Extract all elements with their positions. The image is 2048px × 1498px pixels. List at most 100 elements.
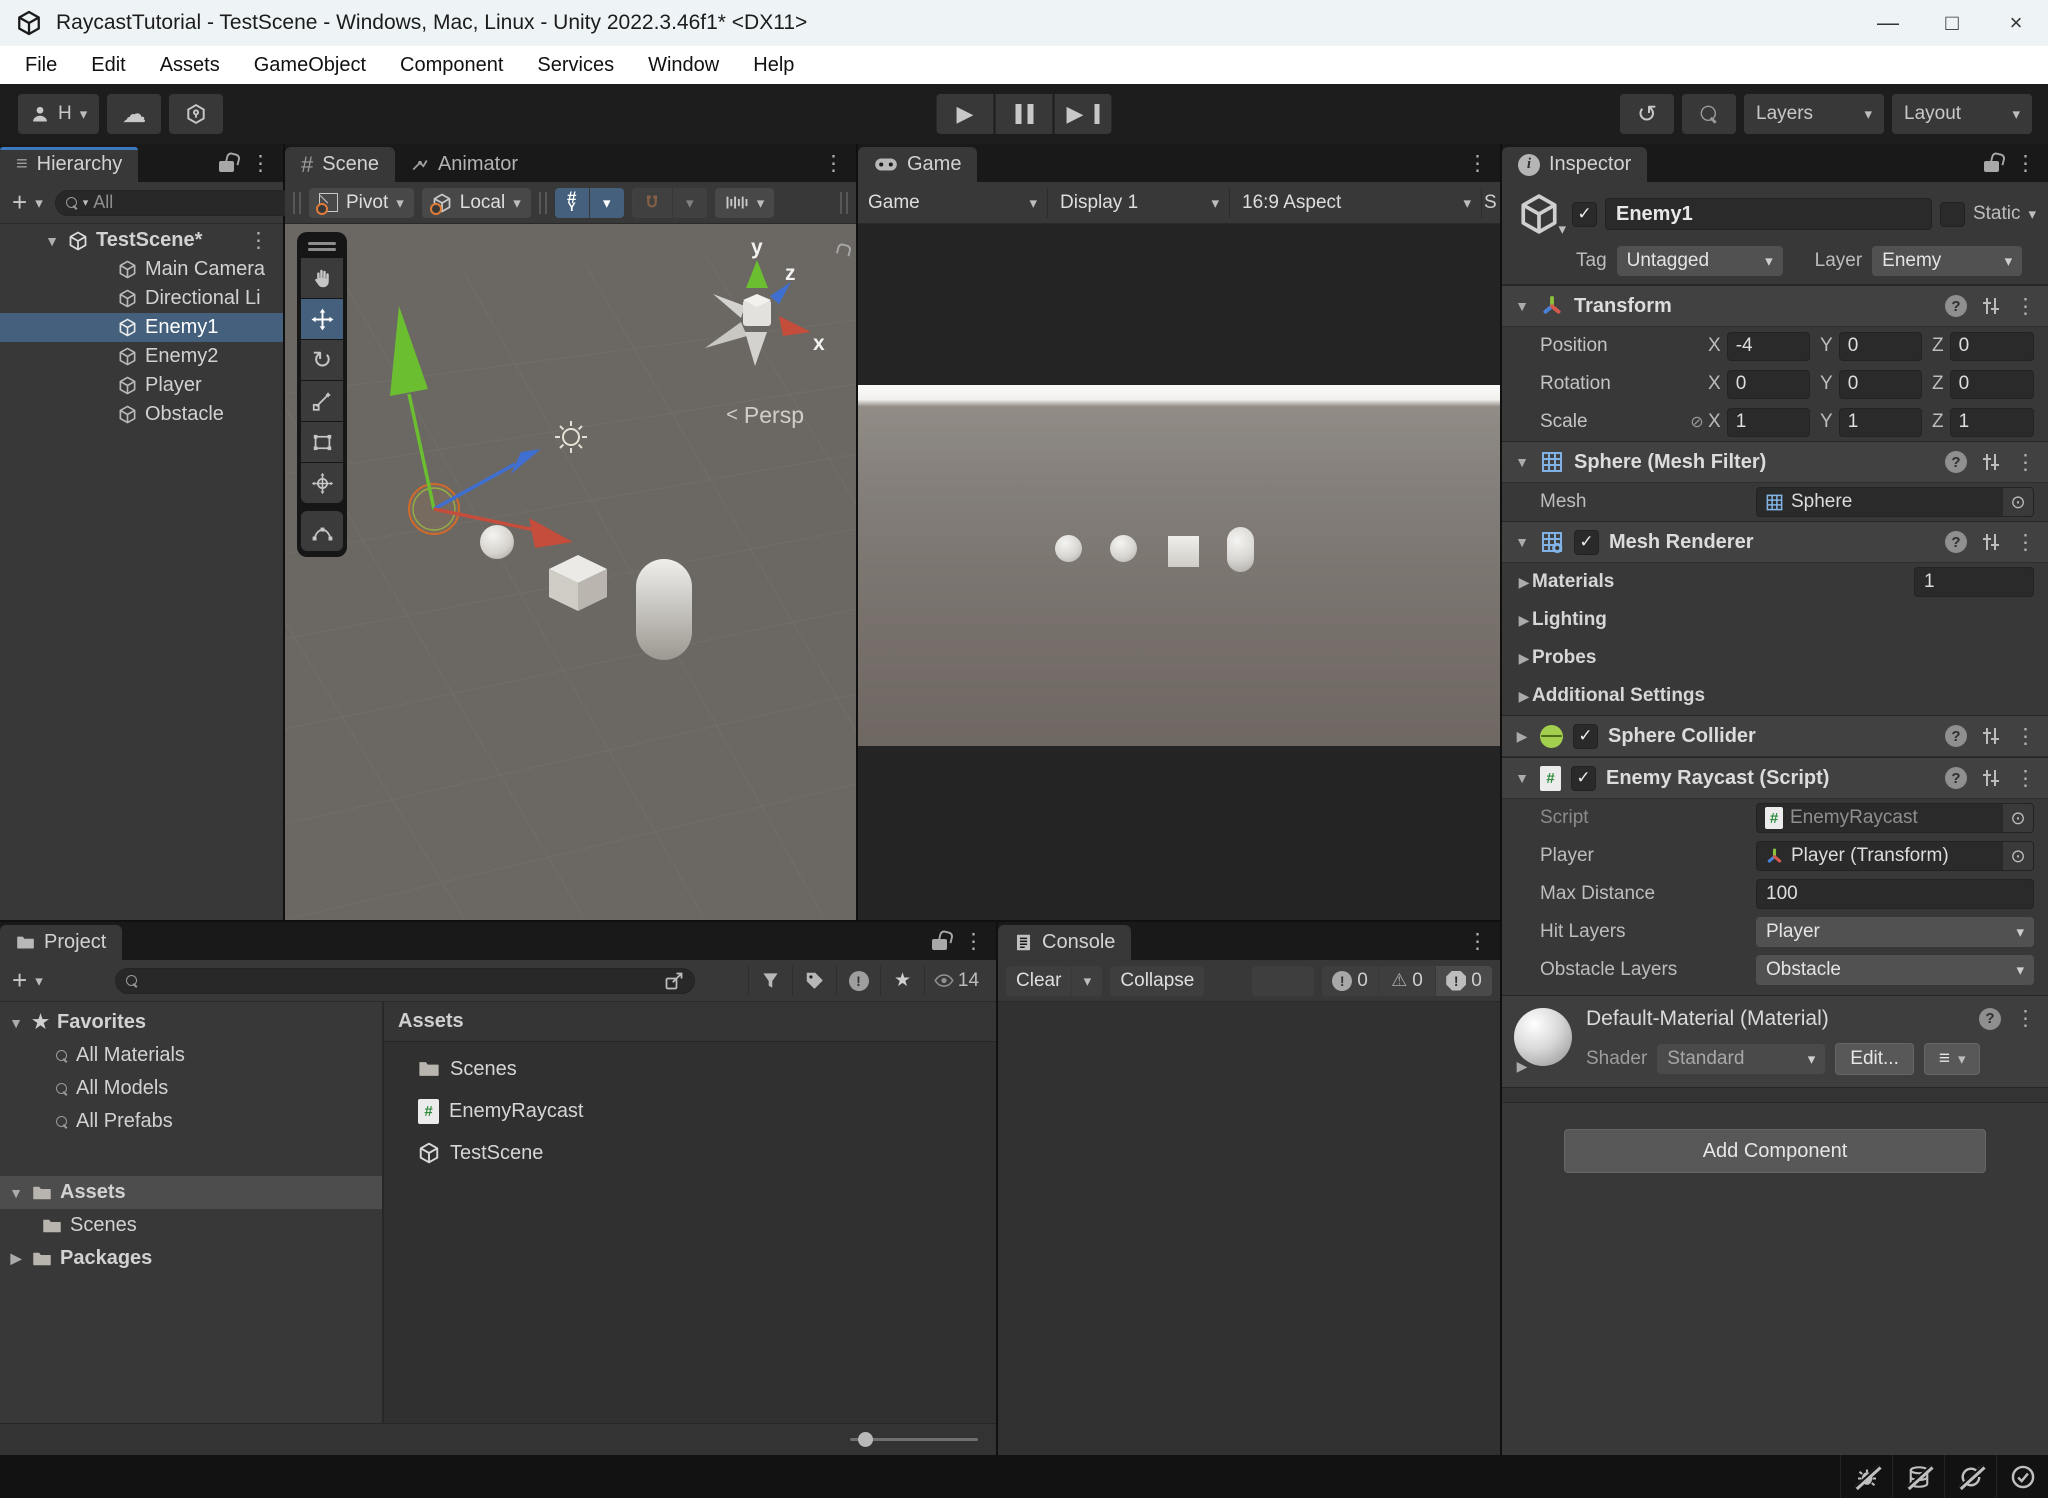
hierarchy-item-player[interactable]: Player: [0, 371, 283, 400]
presets-icon[interactable]: [1983, 454, 1999, 470]
grid-snapping-button[interactable]: [632, 188, 672, 218]
help-icon[interactable]: ?: [1945, 295, 1967, 317]
help-icon[interactable]: ?: [1945, 531, 1967, 553]
transform-header[interactable]: ▼ Transform ? ⋮: [1502, 285, 2048, 327]
sphere-collider-header[interactable]: ▶ ✓ Sphere Collider ? ⋮: [1502, 715, 2048, 757]
panel-menu-button[interactable]: ⋮: [250, 151, 271, 176]
tree-all-models[interactable]: All Models: [0, 1072, 382, 1105]
info-count-button[interactable]: !0: [1322, 966, 1378, 996]
account-button[interactable]: H ▾: [18, 94, 99, 134]
display-dropdown[interactable]: Display 1 ▾: [1050, 188, 1230, 218]
project-search-input[interactable]: [143, 970, 659, 991]
file-enemyraycast[interactable]: # EnemyRaycast: [384, 1090, 996, 1132]
aspect-ratio-dropdown[interactable]: 16:9 Aspect ▾: [1232, 188, 1482, 218]
game-viewport[interactable]: [858, 224, 1500, 920]
close-button[interactable]: ×: [1984, 0, 2048, 46]
rect-tool-button[interactable]: [301, 422, 343, 462]
object-picker-icon[interactable]: ⊙: [2003, 804, 2033, 832]
add-component-button[interactable]: Add Component: [1564, 1129, 1986, 1173]
mesh-filter-header[interactable]: ▼ Sphere (Mesh Filter) ? ⋮: [1502, 441, 2048, 483]
tree-scenes[interactable]: Scenes: [0, 1209, 382, 1242]
tab-animator[interactable]: Animator: [395, 147, 534, 182]
lock-icon[interactable]: [1984, 161, 1999, 172]
file-scenes[interactable]: Scenes: [384, 1048, 996, 1090]
tab-inspector[interactable]: i Inspector: [1502, 147, 1647, 182]
max-distance-field[interactable]: [1756, 879, 2034, 909]
position-y-field[interactable]: [1839, 332, 1922, 361]
thumbnail-zoom-slider[interactable]: [850, 1438, 978, 1441]
hierarchy-item-obstacle[interactable]: Obstacle: [0, 400, 283, 429]
tab-project[interactable]: Project: [0, 925, 122, 960]
grid-snapping-dropdown[interactable]: ▾: [673, 188, 707, 218]
foldout-open-icon[interactable]: ▼: [1514, 770, 1530, 786]
toolbar-grip[interactable]: [539, 192, 547, 214]
hierarchy-item-directional-light[interactable]: Directional Li: [0, 284, 283, 313]
tab-console[interactable]: Console: [998, 925, 1131, 960]
cloud-button[interactable]: ☁: [107, 94, 161, 134]
presets-icon[interactable]: [1983, 298, 1999, 314]
layout-dropdown[interactable]: Layout▾: [1892, 94, 2032, 134]
file-testscene[interactable]: TestScene: [384, 1132, 996, 1174]
foldout-open-icon[interactable]: ▼: [1514, 454, 1530, 470]
pivot-mode-button[interactable]: Pivot ▾: [309, 188, 414, 218]
grid-visibility-dropdown[interactable]: ▾: [590, 188, 624, 218]
undo-history-button[interactable]: ↺: [1620, 94, 1674, 134]
mesh-object-field[interactable]: Sphere ⊙: [1756, 487, 2034, 517]
help-icon[interactable]: ?: [1945, 767, 1967, 789]
create-add-button[interactable]: + ▾: [8, 966, 47, 996]
foldout-closed-icon[interactable]: ▶: [1514, 1058, 1530, 1075]
foldout-closed-icon[interactable]: ▶: [1516, 612, 1532, 629]
foldout-open-icon[interactable]: ▼: [1514, 534, 1530, 550]
menu-help[interactable]: Help: [736, 54, 811, 77]
component-menu-button[interactable]: ⋮: [2015, 294, 2036, 319]
pick-search-icon[interactable]: [664, 971, 684, 991]
component-menu-button[interactable]: ⋮: [2015, 530, 2036, 555]
error-count-button[interactable]: !0: [1436, 966, 1492, 996]
handle-rotation-button[interactable]: Local ▾: [422, 188, 531, 218]
presets-icon[interactable]: [1983, 728, 1999, 744]
rotation-x-field[interactable]: [1727, 370, 1810, 399]
lock-icon[interactable]: [932, 939, 947, 950]
hand-tool-button[interactable]: [301, 258, 343, 298]
hierarchy-item-enemy1[interactable]: Enemy1: [0, 313, 283, 342]
menu-window[interactable]: Window: [631, 54, 736, 77]
object-picker-icon[interactable]: ⊙: [2003, 488, 2033, 516]
enemy-raycast-header[interactable]: ▼ # ✓ Enemy Raycast (Script) ? ⋮: [1502, 757, 2048, 799]
console-log-area[interactable]: [998, 1002, 1500, 1455]
presets-icon[interactable]: [1983, 534, 1999, 550]
active-checkbox[interactable]: ✓: [1572, 202, 1597, 227]
foldout-open-icon[interactable]: ▼: [8, 1015, 24, 1031]
scale-z-field[interactable]: [1950, 408, 2034, 437]
help-icon[interactable]: ?: [1945, 725, 1967, 747]
tree-packages[interactable]: ▶ Packages: [0, 1242, 382, 1275]
menu-file[interactable]: File: [8, 54, 74, 77]
lock-icon[interactable]: [219, 161, 234, 172]
toolbar-grip[interactable]: [293, 192, 301, 214]
enabled-checkbox[interactable]: ✓: [1573, 724, 1598, 749]
game-mode-dropdown[interactable]: Game ▾: [858, 188, 1048, 218]
perspective-toggle[interactable]: < Persp: [726, 402, 804, 429]
foldout-open-icon[interactable]: ▼: [1514, 298, 1530, 314]
hierarchy-item-main-camera[interactable]: Main Camera: [0, 255, 283, 284]
rotation-y-field[interactable]: [1839, 370, 1922, 399]
panel-menu-button[interactable]: ⋮: [823, 151, 844, 176]
gameobject-name-field[interactable]: [1605, 198, 1932, 230]
scene-row-testscene[interactable]: ▼ TestScene* ⋮: [0, 226, 283, 255]
component-menu-button[interactable]: ⋮: [2015, 766, 2036, 791]
search-button[interactable]: [1682, 94, 1736, 134]
foldout-open-icon[interactable]: ▼: [8, 1185, 24, 1201]
debugger-disabled-icon[interactable]: [1840, 1455, 1892, 1498]
step-button[interactable]: ▶: [1055, 94, 1112, 134]
foldout-closed-icon[interactable]: ▶: [1516, 650, 1532, 667]
scale-y-field[interactable]: [1839, 408, 1922, 437]
help-icon[interactable]: ?: [1979, 1008, 2001, 1030]
menu-assets[interactable]: Assets: [143, 54, 237, 77]
link-off-icon[interactable]: ⊘: [1686, 412, 1708, 432]
object-picker-icon[interactable]: ⊙: [2003, 842, 2033, 870]
tree-all-materials[interactable]: All Materials: [0, 1039, 382, 1072]
menu-services[interactable]: Services: [520, 54, 631, 77]
foldout-closed-icon[interactable]: ▶: [8, 1250, 24, 1267]
move-tool-button[interactable]: [301, 299, 343, 339]
scene-menu-button[interactable]: ⋮: [248, 228, 269, 253]
tree-all-prefabs[interactable]: All Prefabs: [0, 1105, 382, 1138]
